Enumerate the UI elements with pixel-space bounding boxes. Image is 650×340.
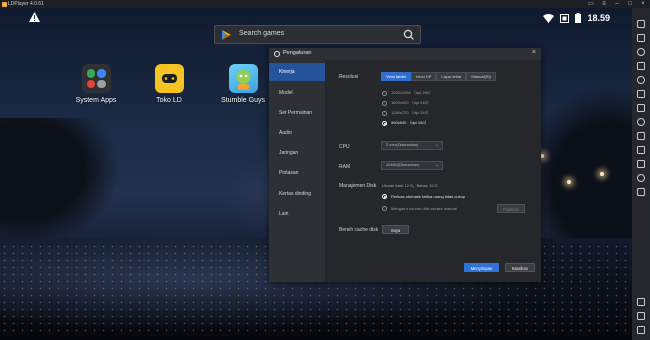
disk-label: Manajemen Disk — [339, 183, 377, 189]
record-icon[interactable] — [637, 118, 645, 126]
window-titlebar: LDPlayer 4.0.61 ▭ ≡ – □ × — [0, 0, 650, 8]
tab-layar-lebar[interactable]: Layar lebar — [436, 72, 467, 81]
search-games-bar[interactable]: Search games — [214, 25, 421, 44]
rotate-icon[interactable] — [637, 76, 645, 84]
resolution-mode-tabs: Versi tablet Versi HP Layar lebar Manual… — [381, 72, 496, 81]
search-placeholder: Search games — [239, 30, 285, 37]
keyboard-mapping-icon[interactable] — [637, 20, 645, 28]
app-label: System Apps — [75, 97, 117, 104]
keyboard-icon[interactable]: ▭ — [588, 0, 594, 8]
resolution-label: Resolusi — [339, 74, 359, 80]
tab-versi-tablet[interactable]: Versi tablet — [381, 72, 411, 81]
radio-button-selected[interactable] — [382, 194, 387, 199]
back-icon[interactable] — [637, 298, 645, 306]
disk-option-auto[interactable]: Perluas otomatis ketika ruang tidak cuku… — [382, 194, 465, 199]
sidebar-item-pintasan[interactable]: Pintasan — [269, 164, 325, 182]
sidebar-item-audio[interactable]: Audio — [269, 124, 325, 142]
sync-icon[interactable] — [637, 104, 645, 112]
tab-versi-hp[interactable]: Versi HP — [410, 72, 437, 81]
settings-sidebar: Kinerja Model Set Permainan Audio Jaring… — [269, 60, 325, 282]
system-apps-icon — [81, 64, 111, 93]
app-stumble-guys[interactable]: Stumble Guys — [213, 64, 273, 104]
radio-button[interactable] — [382, 100, 387, 106]
sidebar-item-model[interactable]: Model — [269, 84, 325, 102]
cpu-select[interactable]: 2 core(Disarankan) ⌄ — [381, 141, 443, 150]
resolution-option[interactable]: 960x540 （dpi 160） — [382, 120, 429, 126]
signal-icon — [560, 13, 570, 23]
settings-dialog: Pengaturan × Kinerja Model Set Permainan… — [269, 48, 541, 282]
sidebar-item-lain[interactable]: Lain — [269, 205, 325, 223]
clear-cache-button[interactable]: Saya — [382, 225, 409, 234]
sidebar-item-kinerja[interactable]: Kinerja — [269, 63, 325, 81]
save-button[interactable]: Menyimpan — [464, 263, 499, 272]
menu-icon[interactable]: ≡ — [601, 0, 607, 8]
app-label: Toko LD — [156, 97, 182, 104]
recent-apps-icon[interactable] — [637, 326, 645, 334]
gamepad-icon — [154, 64, 184, 93]
disk-confirm-button[interactable]: Pastikan — [497, 204, 525, 213]
cpu-label: CPU — [339, 144, 350, 150]
play-store-icon — [222, 30, 231, 40]
warning-icon[interactable] — [29, 12, 40, 22]
cache-label: Bersih cache disk — [339, 227, 379, 233]
sidebar-item-set-permainan[interactable]: Set Permainan — [269, 104, 325, 122]
shake-icon[interactable] — [637, 132, 645, 140]
disk-info: Ukuran total: 12 G，Bebas: 10 G — [382, 184, 438, 188]
sidebar-item-kertas-dinding[interactable]: Kertas dinding — [269, 185, 325, 203]
wifi-icon — [543, 13, 555, 23]
home-icon[interactable] — [637, 312, 645, 320]
volume-icon[interactable] — [637, 48, 645, 56]
radio-button[interactable] — [382, 90, 387, 96]
dialog-header: Pengaturan × — [269, 48, 541, 60]
street-lamp — [567, 180, 571, 184]
ram-label: RAM — [339, 164, 351, 170]
app-system-apps[interactable]: System Apps — [66, 64, 126, 104]
close-icon[interactable]: × — [532, 49, 536, 56]
folder-icon[interactable] — [637, 146, 645, 154]
location-icon[interactable] — [637, 160, 645, 168]
ram-select[interactable]: 2048M(Disarankan) ⌄ — [381, 161, 443, 170]
resolution-option[interactable]: 1600x900 （dpi 240） — [382, 100, 431, 106]
close-window-icon[interactable]: × — [640, 0, 646, 8]
more-icon[interactable] — [637, 188, 645, 196]
cancel-button[interactable]: Batalkan — [505, 263, 535, 272]
radio-button[interactable] — [382, 206, 387, 211]
settings-logo-icon — [274, 51, 280, 57]
disk-option-manual[interactable]: Mengatur ukuran disk secara manual — [382, 206, 457, 211]
street-lamp — [600, 172, 604, 176]
screenshot-icon[interactable] — [637, 62, 645, 70]
tab-manual[interactable]: Manual(Kt) — [466, 72, 496, 81]
multi-instance-icon[interactable] — [637, 90, 645, 98]
app-label: Stumble Guys — [221, 97, 265, 104]
chevron-down-icon: ⌄ — [434, 142, 439, 148]
radio-button[interactable] — [382, 110, 387, 116]
radio-button-selected[interactable] — [382, 120, 387, 126]
emulator-toolbar — [632, 8, 650, 340]
settings-icon[interactable] — [637, 174, 645, 182]
search-icon[interactable] — [403, 29, 414, 40]
dialog-title: Pengaturan — [283, 50, 312, 56]
resolution-option[interactable]: 1280x720 （dpi 240） — [382, 110, 431, 116]
minimize-icon[interactable]: – — [614, 0, 620, 8]
stumble-guys-icon — [228, 64, 258, 93]
settings-panel: Resolusi Versi tablet Versi HP Layar leb… — [325, 60, 541, 282]
chevron-down-icon: ⌄ — [434, 162, 439, 168]
window-title: LDPlayer 4.0.61 — [8, 1, 44, 7]
status-clock: 18.59 — [587, 13, 610, 23]
app-toko-ld[interactable]: Toko LD — [139, 64, 199, 104]
window-controls: ▭ ≡ – □ × — [588, 0, 646, 8]
sidebar-item-jaringan[interactable]: Jaringan — [269, 144, 325, 162]
add-apk-icon[interactable] — [637, 34, 645, 42]
resolution-option[interactable]: 1920x1080 （dpi 280） — [382, 90, 433, 96]
maximize-icon[interactable]: □ — [627, 0, 633, 8]
ldplayer-logo-icon — [2, 1, 7, 7]
battery-icon — [575, 13, 582, 23]
